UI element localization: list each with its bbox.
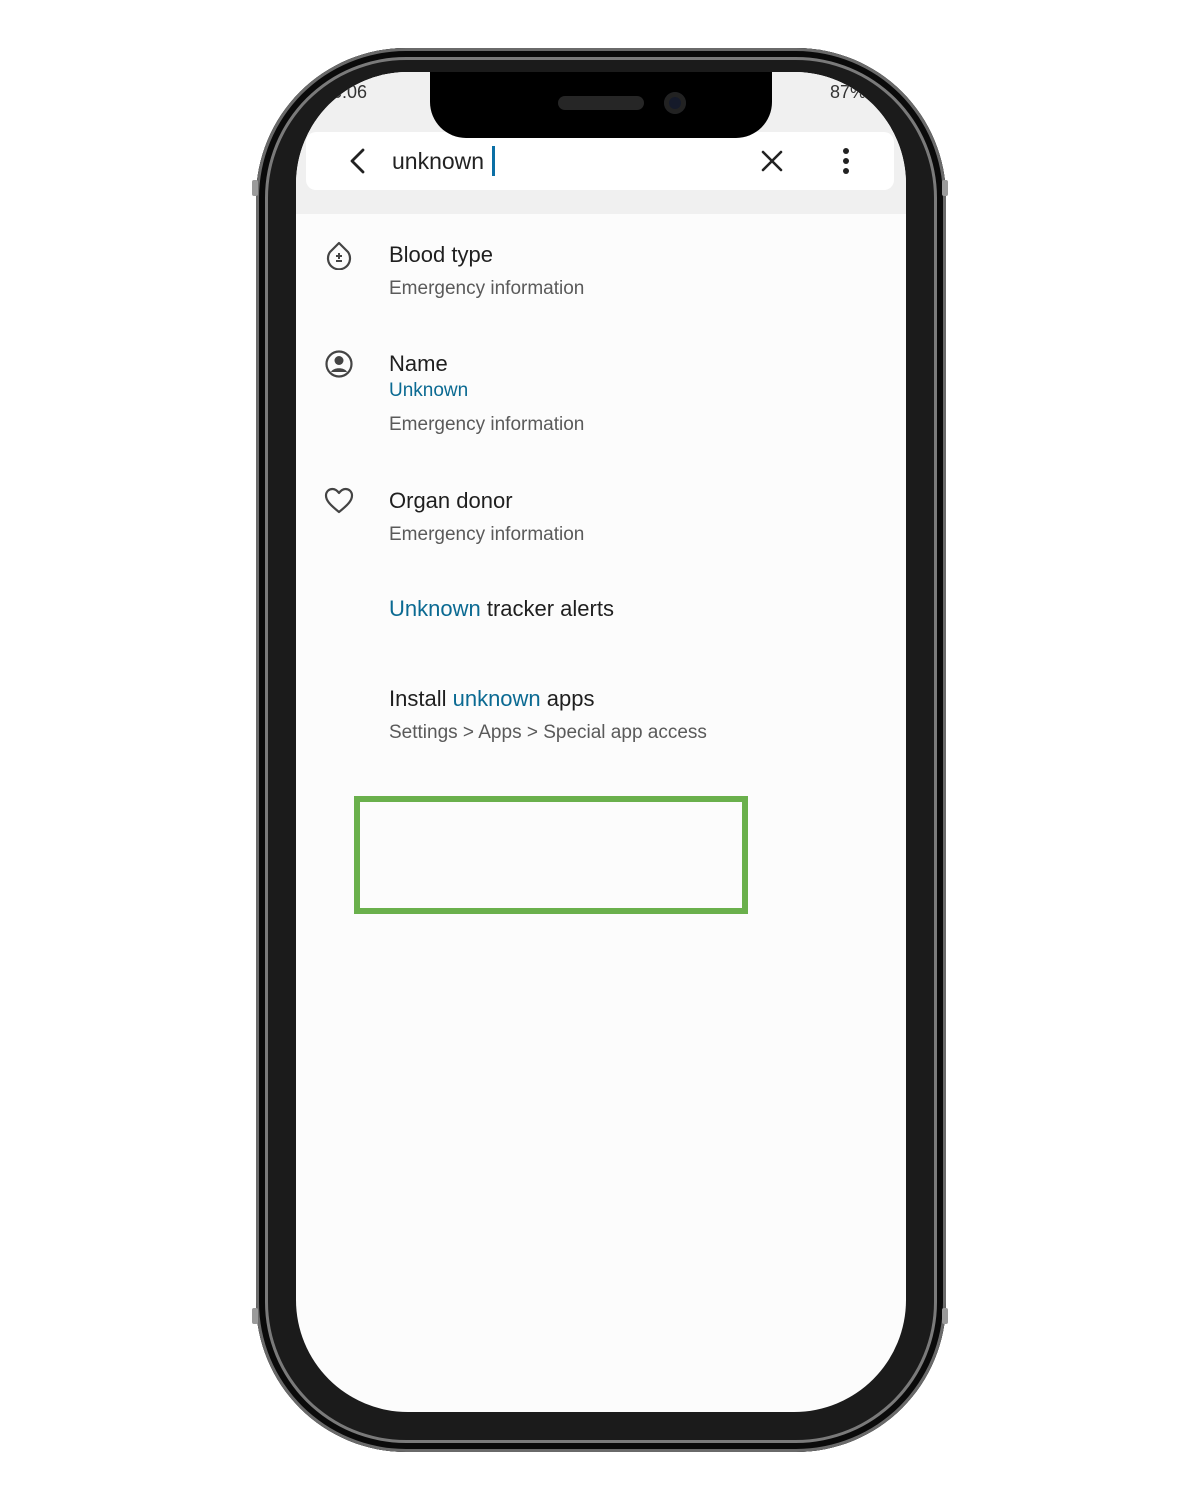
status-time: 5:06 bbox=[332, 82, 368, 102]
result-title-prefix: Install bbox=[389, 686, 453, 711]
result-tracker-alerts[interactable]: Unknown tracker alerts bbox=[296, 592, 906, 642]
more-vert-icon[interactable] bbox=[836, 146, 856, 176]
result-title: Name bbox=[389, 351, 448, 376]
result-subtitle: Settings > Apps > Special app access bbox=[389, 722, 707, 743]
text-caret bbox=[492, 146, 495, 176]
speaker-grille bbox=[558, 96, 644, 110]
phone-side-button-right bbox=[942, 180, 948, 196]
arrow-back-icon[interactable] bbox=[344, 147, 372, 175]
search-bar bbox=[306, 132, 894, 190]
result-subtitle: Emergency information bbox=[389, 524, 585, 545]
front-camera bbox=[664, 92, 686, 114]
search-input[interactable] bbox=[392, 143, 722, 179]
result-title: Install unknown apps bbox=[389, 686, 595, 712]
result-subtitle: Emergency information bbox=[389, 414, 585, 435]
status-battery: 87% bbox=[829, 82, 866, 102]
heart-icon bbox=[324, 487, 354, 514]
phone-screen: 5:06 87% Blood type Emergency in bbox=[296, 72, 906, 1412]
result-title-highlight: Unknown bbox=[389, 596, 481, 621]
result-subtitle: Emergency information bbox=[389, 278, 585, 299]
phone-side-button-left bbox=[252, 180, 258, 196]
result-value: Unknown bbox=[389, 380, 469, 401]
result-organ-donor[interactable]: Organ donor Emergency information bbox=[296, 484, 906, 564]
phone-notch bbox=[430, 72, 772, 138]
result-title-suffix: apps bbox=[540, 686, 595, 711]
highlight-box bbox=[354, 796, 748, 914]
result-blood-type[interactable]: Blood type Emergency information bbox=[296, 238, 906, 318]
phone-side-button-right-bottom bbox=[942, 1308, 948, 1324]
blood-drop-icon bbox=[326, 241, 352, 270]
result-install-unknown-apps[interactable]: Install unknown apps Settings > Apps > S… bbox=[296, 682, 906, 762]
close-icon[interactable] bbox=[758, 147, 786, 175]
result-title-highlight: unknown bbox=[452, 686, 541, 711]
account-circle-icon bbox=[325, 350, 353, 378]
phone-side-button-left-bottom bbox=[252, 1308, 258, 1324]
result-title: Blood type bbox=[389, 242, 493, 267]
result-title: Organ donor bbox=[389, 488, 513, 513]
result-title: Unknown tracker alerts bbox=[389, 596, 614, 622]
result-name[interactable]: Name Unknown Emergency information bbox=[296, 347, 906, 457]
result-title-rest: tracker alerts bbox=[480, 596, 614, 621]
